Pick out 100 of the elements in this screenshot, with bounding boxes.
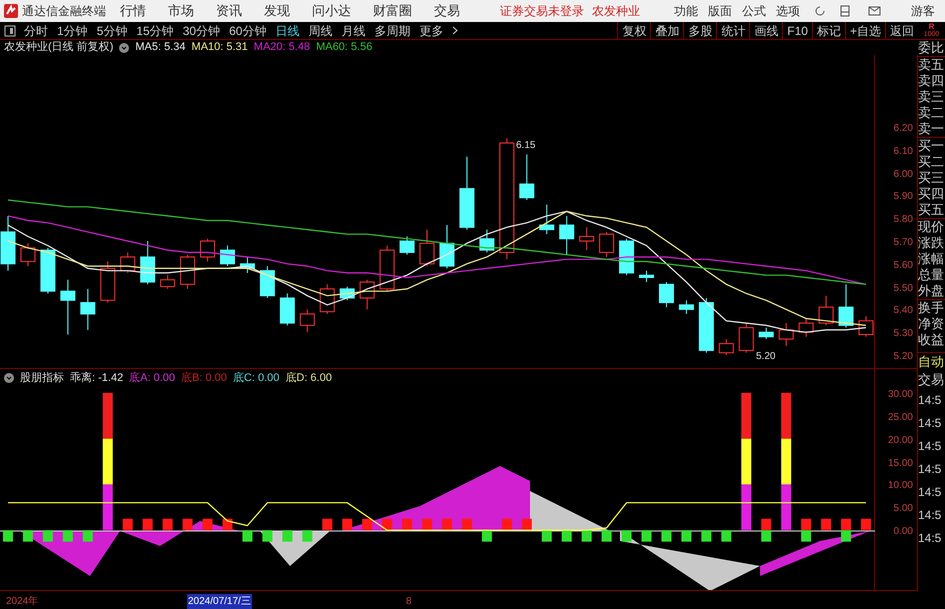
price-axis-label: 5.50 — [894, 282, 913, 296]
quote-field-label: 现价 — [918, 219, 945, 235]
menu-item[interactable]: 问小达 — [312, 1, 351, 21]
price-axis-label: 5.90 — [894, 190, 913, 204]
period-tab[interactable]: 分时 — [24, 22, 48, 40]
high-price-label: 6.15 — [516, 139, 536, 153]
quote-field-label: 买三 — [918, 170, 945, 186]
menu-item[interactable]: 功能 — [674, 2, 698, 20]
indicator-bar — [821, 518, 832, 530]
panel-toggle-icon[interactable] — [4, 24, 16, 36]
candlestick — [120, 252, 136, 274]
indicator-axis-label: 30.00 — [888, 388, 913, 402]
period-tab[interactable]: 1分钟 — [57, 22, 88, 40]
indicator-bar — [102, 392, 113, 439]
app-title: 通达信金融终端 — [22, 3, 106, 20]
quote-field-label: 总量 — [918, 267, 945, 283]
indicator-bar — [642, 530, 652, 542]
indicator-bar — [62, 530, 73, 542]
indicator-axis-label: 20.00 — [888, 434, 913, 448]
indicator-axis-label: 25.00 — [888, 410, 913, 425]
indicator-bar — [362, 518, 372, 530]
mail-icon[interactable] — [868, 6, 881, 16]
candlestick — [639, 270, 654, 283]
candlestick — [838, 284, 854, 328]
menu-item[interactable]: 发现 — [264, 1, 290, 21]
indicator-bar — [582, 530, 592, 542]
period-tab[interactable]: 月线 — [341, 22, 366, 40]
app-logo-icon — [4, 4, 18, 18]
toolbar-button[interactable]: +自选 — [844, 22, 885, 39]
candlestick — [100, 261, 116, 304]
menu-item[interactable]: 市场 — [168, 1, 194, 21]
period-tab[interactable]: 更多 — [419, 22, 444, 40]
indicator-bar — [82, 530, 93, 542]
toolbar-button[interactable]: 画线 — [749, 22, 782, 39]
period-tab[interactable]: 30分钟 — [182, 22, 220, 40]
trade-time: 14:5 — [918, 461, 942, 478]
auto-mode-label[interactable]: 自动 — [918, 352, 945, 371]
chevron-right-icon[interactable] — [452, 26, 458, 35]
moving-average-value: MA20: 5.48 — [254, 40, 310, 56]
price-axis-label: 6.10 — [894, 144, 913, 159]
user-label[interactable]: 游客 — [911, 2, 935, 20]
candlestick — [220, 245, 235, 267]
indicator-bar — [602, 530, 612, 542]
menu-item[interactable]: 行情 — [120, 1, 146, 21]
candlestick — [559, 215, 574, 256]
candlestick — [200, 238, 216, 262]
menu-item[interactable]: 财富圈 — [373, 1, 412, 21]
period-tab[interactable]: 多周期 — [374, 22, 410, 40]
indicator-bar — [122, 518, 133, 530]
indicator-bar — [841, 530, 852, 542]
toolbar-button[interactable]: 复权 — [617, 22, 650, 39]
refresh-icon[interactable] — [814, 5, 826, 17]
candlestick — [698, 298, 714, 354]
indicator-bar — [422, 518, 432, 530]
quote-field-label: 卖二 — [918, 105, 945, 121]
toolbar-button[interactable]: 标记 — [812, 22, 845, 39]
indicator-bar — [102, 438, 113, 484]
indicator-bar — [102, 484, 113, 530]
toolbar-button[interactable]: 叠加 — [650, 22, 684, 39]
menu-item[interactable]: 公式 — [742, 2, 766, 20]
indicator-bar — [761, 518, 772, 530]
menu-item[interactable]: 版面 — [708, 2, 732, 20]
dropdown-icon[interactable] — [119, 42, 130, 52]
period-tab[interactable]: 周线 — [308, 22, 332, 40]
indicator-bar — [22, 530, 33, 542]
period-tab[interactable]: 5分钟 — [96, 22, 128, 40]
candlestick — [519, 154, 534, 200]
indicator-bar — [302, 530, 312, 542]
price-axis-label: 5.80 — [894, 213, 913, 228]
toolbar-button[interactable]: 多股 — [683, 22, 716, 39]
dropdown-icon[interactable] — [4, 373, 14, 383]
toolbar-button[interactable]: F10 — [782, 22, 812, 39]
candlestick — [420, 229, 435, 267]
candlestick — [718, 338, 734, 356]
toolbar-button[interactable]: 返回 — [885, 22, 918, 39]
indicator-bar — [681, 530, 692, 542]
quote-field-label: 委比 — [918, 40, 945, 57]
indicator-bar — [841, 518, 852, 530]
moving-average-value: MA10: 5.31 — [192, 40, 248, 56]
quote-field-label: 卖四 — [918, 73, 945, 89]
menu-item[interactable]: 交易 — [434, 1, 460, 21]
menu-item[interactable]: 选项 — [776, 2, 800, 20]
quote-field-label: 卖三 — [918, 89, 945, 105]
indicator-bar — [741, 438, 752, 484]
candlestick — [400, 236, 415, 256]
candlestick — [80, 288, 96, 330]
menu-item[interactable]: 资讯 — [216, 1, 242, 21]
date-label: 8 — [405, 595, 413, 609]
candlestick — [658, 282, 674, 308]
trade-time: 14:5 — [918, 507, 942, 524]
period-tab[interactable]: 日线 — [275, 22, 300, 40]
trade-time: 14:5 — [918, 530, 942, 547]
candlestick — [758, 327, 774, 340]
period-tab[interactable]: 60分钟 — [229, 22, 266, 40]
toolbar-button[interactable]: 统计 — [716, 22, 750, 39]
indicator-bar — [781, 484, 792, 530]
period-tab[interactable]: 15分钟 — [136, 22, 174, 40]
candlestick — [858, 316, 874, 338]
indicator-value: 底D: 6.00 — [285, 370, 332, 386]
quote-field-label: 买一 — [918, 138, 945, 154]
